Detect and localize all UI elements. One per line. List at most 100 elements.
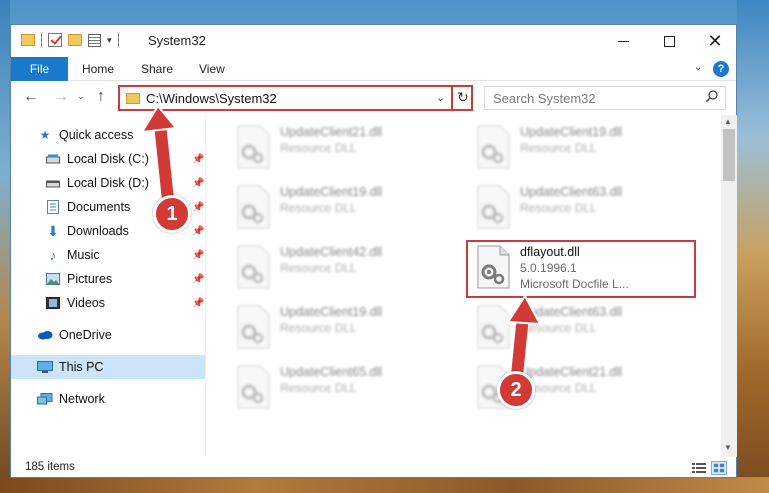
search-icon[interactable] [705,89,719,103]
file-item[interactable]: UpdateClient65.dll Resource DLL [228,359,448,417]
this-pc-icon [37,360,53,374]
tab-view[interactable]: View [199,57,225,81]
toolbar-divider [117,33,119,47]
address-dropdown-chevron-icon[interactable]: ⌄ [436,91,445,104]
file-type: Resource DLL [280,321,357,335]
sidebar-item-local-disk-d[interactable]: Local Disk (D:) 📌 [11,171,205,195]
details-view-icon[interactable] [691,461,707,475]
sidebar-item-music[interactable]: ♪ Music 📌 [11,243,205,267]
file-item[interactable]: UpdateClient19.dll Resource DLL [228,179,448,237]
pin-icon[interactable]: 📌 [192,226,204,237]
onedrive-icon [37,328,53,342]
step-2-callout: 2 [497,371,535,409]
file-type: Resource DLL [280,141,357,155]
scroll-down-arrow-icon[interactable]: ▼ [724,443,732,452]
close-icon: ✕ [707,31,723,51]
drive-icon [45,152,61,166]
forward-arrow-icon[interactable]: → [53,88,69,106]
pin-icon[interactable]: 📌 [192,178,204,189]
new-folder-icon[interactable] [68,34,82,46]
quick-access-toolbar: ▾ [21,33,119,47]
file-name: UpdateClient21.dll [280,125,383,139]
search-input[interactable] [493,91,693,106]
dll-file-icon [477,185,510,229]
file-type: Resource DLL [280,261,357,275]
network-icon [37,392,53,406]
navigation-bar: ← → ⌄ ↑ C:\Windows\System32 ⌄ ↻ [11,81,736,115]
star-icon: ★ [39,128,51,142]
sidebar-item-label: Videos [67,296,105,310]
downloads-icon: ⬇ [47,222,59,239]
back-arrow-icon[interactable]: ← [23,88,39,106]
scroll-up-arrow-icon[interactable]: ▲ [724,117,732,126]
file-name: UpdateClient63.dll [520,185,623,199]
sidebar-item-videos[interactable]: Videos 📌 [11,291,205,315]
file-item[interactable]: UpdateClient63.dll Resource DLL [468,179,688,237]
dll-file-icon [237,245,270,289]
address-bar[interactable]: C:\Windows\System32 ⌄ ↻ [118,85,473,111]
sidebar-item-this-pc[interactable]: This PC [11,355,205,379]
file-highlight-box [466,240,696,298]
sidebar-item-quick-access[interactable]: ★ Quick access [11,123,205,147]
desktop-wallpaper-right [737,0,769,493]
address-path[interactable]: C:\Windows\System32 [146,91,277,106]
expand-ribbon-chevron-icon[interactable]: ⌄ [694,62,702,73]
file-name: UpdateClient42.dll [280,245,383,259]
folder-icon[interactable] [21,34,35,46]
sidebar-item-label: Music [67,248,100,262]
help-icon[interactable]: ? [713,61,729,77]
sidebar-item-onedrive[interactable]: OneDrive [11,323,205,347]
dll-file-icon [477,125,510,169]
status-bar: 185 items [11,457,736,479]
properties-check-icon[interactable] [48,33,62,47]
pin-icon[interactable]: 📌 [192,274,204,285]
minimize-button[interactable] [600,25,646,57]
dll-file-icon [237,305,270,349]
maximize-button[interactable] [646,25,692,57]
properties-icon[interactable] [88,33,101,47]
tab-home[interactable]: Home [82,57,114,81]
minimize-icon [617,40,629,42]
file-item[interactable]: UpdateClient19.dll Resource DLL [468,119,688,177]
sidebar-item-label: This PC [59,360,104,374]
sidebar-item-local-disk-c[interactable]: Local Disk (C:) 📌 [11,147,205,171]
pin-icon[interactable]: 📌 [192,250,204,261]
sidebar-item-network[interactable]: Network [11,387,205,411]
vertical-scrollbar[interactable]: ▲ ▼ [721,115,737,457]
tab-share[interactable]: Share [141,57,173,81]
window-title: System32 [148,33,206,48]
customize-toolbar-dropdown-icon[interactable]: ▾ [107,35,112,46]
item-count: 185 items [25,461,75,473]
sidebar-item-pictures[interactable]: Pictures 📌 [11,267,205,291]
pictures-icon [45,272,61,286]
search-box[interactable] [484,86,726,110]
ribbon-tabs: File Home Share View ⌄ ? [11,57,736,81]
refresh-icon[interactable]: ↻ [457,89,469,106]
dll-file-icon [237,365,270,409]
up-arrow-icon[interactable]: ↑ [97,88,105,106]
close-button[interactable]: ✕ [692,25,738,57]
file-item[interactable]: UpdateClient21.dll Resource DLL [228,119,448,177]
file-item[interactable]: UpdateClient63.dll Resource DLL [468,299,688,357]
file-name: UpdateClient19.dll [520,125,623,139]
file-name: UpdateClient19.dll [280,305,383,319]
tab-file[interactable]: File [11,57,68,81]
scroll-thumb[interactable] [723,129,735,181]
videos-icon [45,296,61,310]
large-icons-view-icon[interactable] [711,461,727,475]
file-item[interactable]: UpdateClient42.dll Resource DLL [228,239,448,297]
music-icon: ♪ [49,247,57,263]
recent-locations-chevron-icon[interactable]: ⌄ [77,91,85,102]
title-bar: ▾ System32 ✕ [11,25,736,57]
pin-icon[interactable]: 📌 [192,202,204,213]
file-name: UpdateClient19.dll [280,185,383,199]
sidebar-item-label: Quick access [59,128,134,142]
sidebar-item-label: Documents [67,200,131,214]
file-type: Resource DLL [280,381,357,395]
file-name: UpdateClient21.dll [520,365,623,379]
sidebar-item-label: OneDrive [59,328,112,342]
sidebar-item-label: Network [59,392,105,406]
file-item[interactable]: UpdateClient19.dll Resource DLL [228,299,448,357]
pin-icon[interactable]: 📌 [192,154,204,165]
pin-icon[interactable]: 📌 [192,298,204,309]
